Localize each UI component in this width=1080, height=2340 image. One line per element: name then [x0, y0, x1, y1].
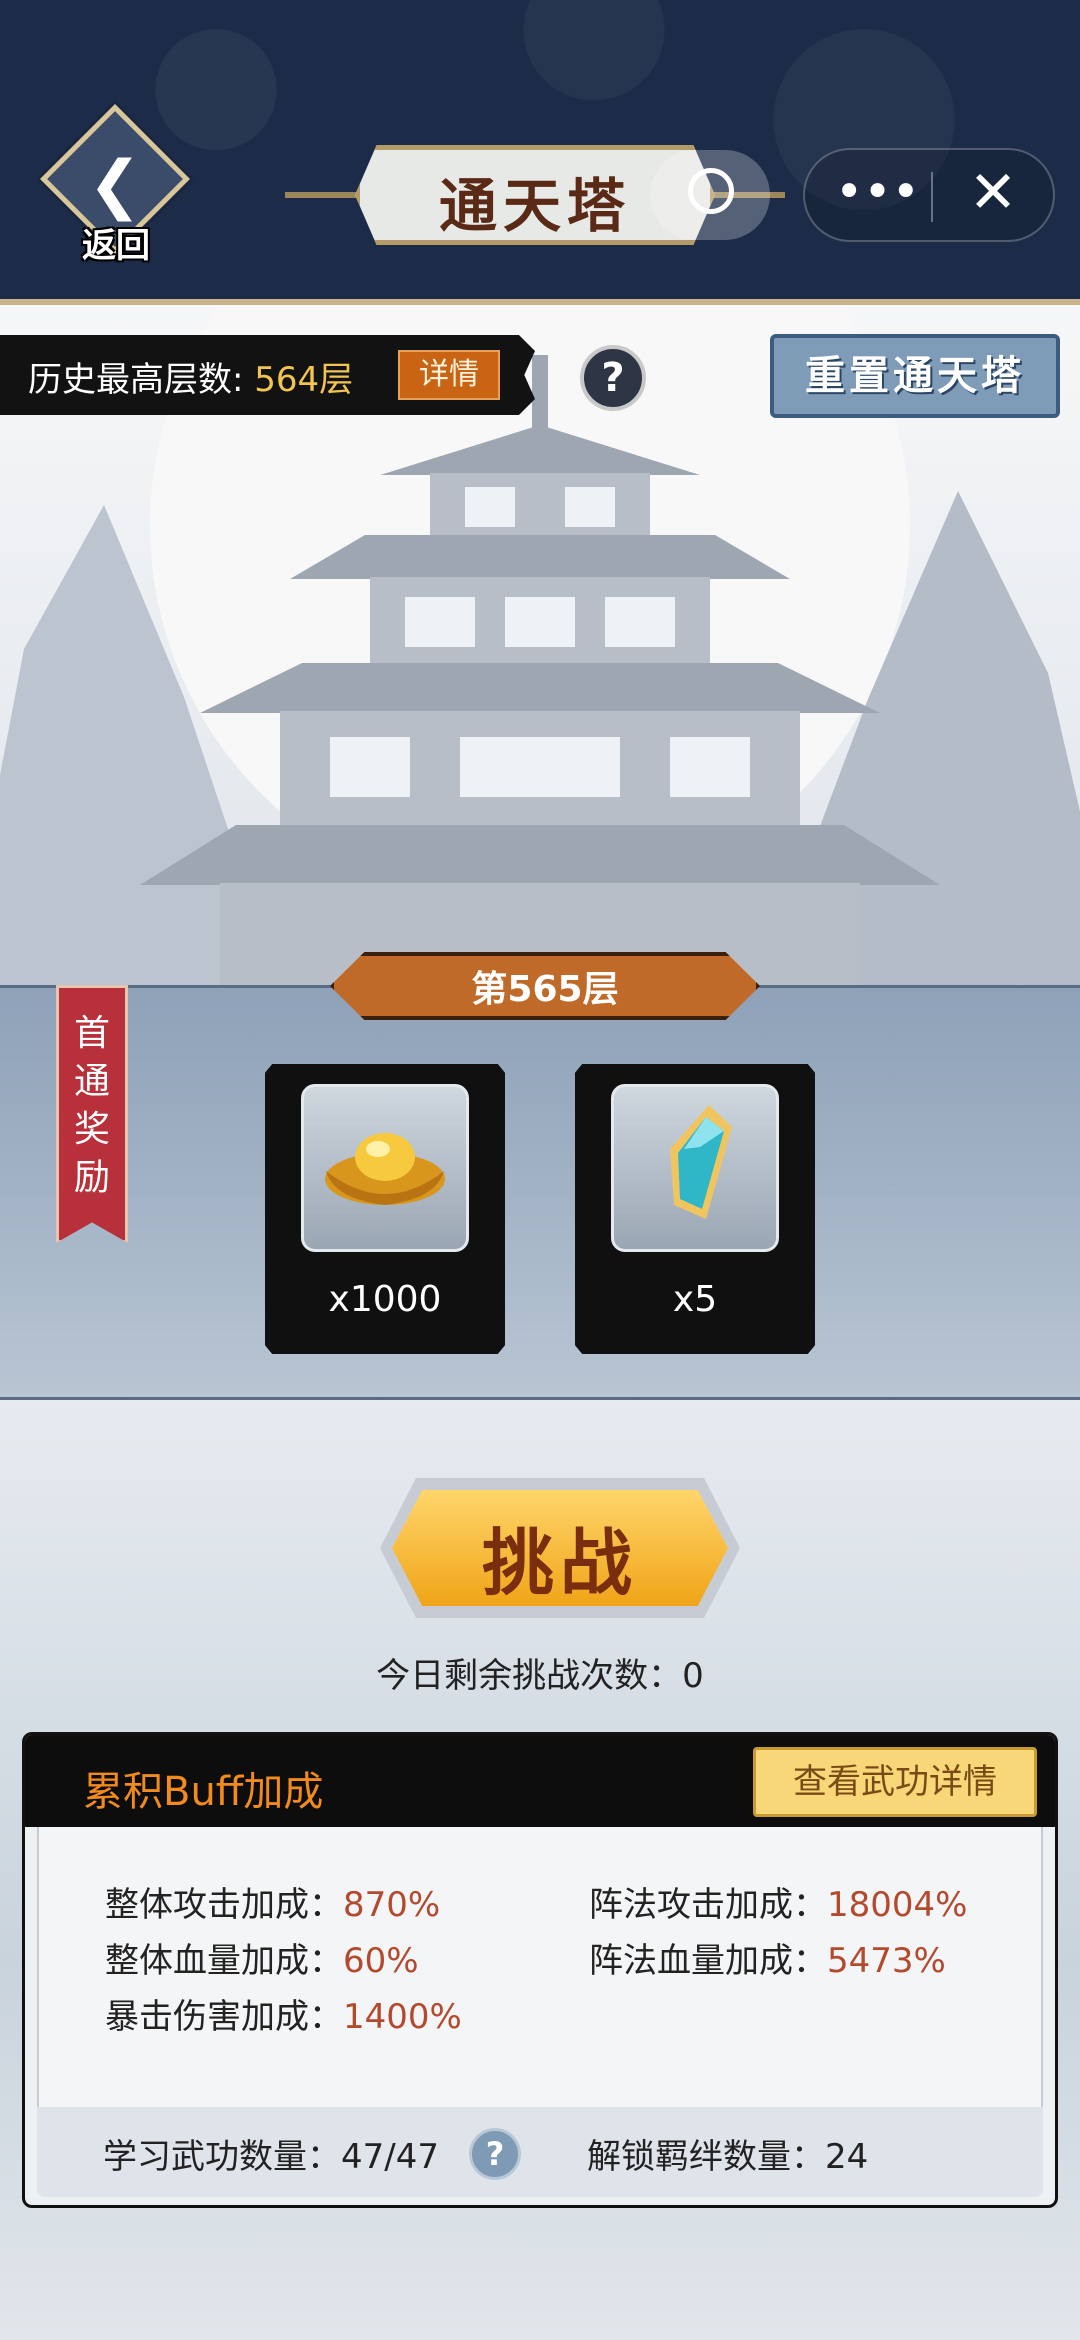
mini-program-capsule: ••• ✕: [803, 148, 1055, 242]
best-floor-label: 历史最高层数:: [28, 360, 244, 400]
unlocked-bonds-count: 解锁羁绊数量：24: [587, 2137, 869, 2177]
reward-card-gold[interactable]: x1000: [265, 1064, 505, 1354]
buff-row: 阵法攻击加成：18004%: [589, 1877, 967, 1926]
buff-row: 阵法血量加成：5473%: [589, 1933, 946, 1982]
pagoda-window: [605, 597, 675, 647]
pagoda-window: [465, 487, 515, 527]
pagoda-window: [505, 597, 575, 647]
buff-panel-header: 累积Buff加成 查看武功详情: [25, 1735, 1055, 1827]
pagoda-roof-top: [380, 425, 700, 475]
pagoda-tier-1: [430, 473, 650, 543]
pagoda-illustration: [140, 355, 940, 985]
buff-panel: 累积Buff加成 查看武功详情 整体攻击加成：870% 阵法攻击加成：18004…: [22, 1732, 1058, 2208]
buff-value: 18004%: [827, 1885, 968, 1925]
top-bar: ❮ 返回 通天塔 ••• ✕: [0, 0, 1080, 305]
buff-title: 累积Buff加成: [83, 1769, 324, 1815]
buff-value: 60%: [343, 1941, 419, 1981]
back-button[interactable]: ❮ 返回: [40, 104, 190, 268]
best-floor-text: 历史最高层数: 564层: [28, 352, 353, 401]
view-martial-details-button[interactable]: 查看武功详情: [753, 1747, 1037, 1817]
floor-label: 第565层: [471, 969, 619, 1010]
record-button[interactable]: [650, 150, 770, 240]
buff-label: 阵法攻击加成：: [589, 1885, 827, 1925]
help-icon[interactable]: ?: [580, 345, 646, 411]
pagoda-roof-3: [200, 663, 880, 713]
reward-quantity: x1000: [328, 1279, 442, 1320]
help-icon[interactable]: ?: [469, 2128, 521, 2180]
reward-quantity: x5: [672, 1279, 718, 1320]
reward-slot: [301, 1084, 469, 1252]
learned-martial-count: 学习武功数量：47/47: [103, 2137, 439, 2177]
reset-tower-button[interactable]: 重置通天塔: [770, 334, 1060, 418]
remaining-attempts: 今日剩余挑战次数：0: [376, 1656, 704, 1696]
ellipsis-icon[interactable]: •••: [835, 164, 920, 220]
record-icon: [688, 168, 734, 214]
buff-label: 整体攻击加成：: [105, 1885, 343, 1925]
buff-label: 阵法血量加成：: [589, 1941, 827, 1981]
pagoda-roof-2: [290, 535, 790, 579]
buff-value: 870%: [343, 1885, 441, 1925]
reward-slot: [611, 1084, 779, 1252]
best-floor-value: 564层: [254, 360, 354, 400]
close-icon[interactable]: ✕: [953, 158, 1033, 226]
back-arrow-icon: ❮: [88, 148, 142, 222]
buff-row: 暴击伤害加成：1400%: [105, 1989, 462, 2038]
pagoda-roof-4: [140, 825, 940, 885]
pagoda-window: [565, 487, 615, 527]
buff-value: 1400%: [343, 1997, 462, 2037]
first-clear-rewards-panel: [0, 985, 1080, 1400]
first-clear-ribbon-label: 首通奖励: [56, 1010, 128, 1202]
challenge-button[interactable]: 挑战: [380, 1478, 740, 1618]
gold-ingot-icon: [325, 1133, 445, 1205]
pagoda-window: [460, 737, 620, 797]
ribbon-text: 首通奖励: [74, 1013, 111, 1198]
buff-row: 整体血量加成：60%: [105, 1933, 419, 1982]
capsule-divider: [931, 172, 933, 222]
pagoda-window: [405, 597, 475, 647]
pagoda-window: [670, 737, 750, 797]
buff-value: 5473%: [827, 1941, 946, 1981]
back-label: 返回: [82, 226, 150, 266]
buff-row: 整体攻击加成：870%: [105, 1877, 440, 1926]
reward-card-crystal[interactable]: x5: [575, 1064, 815, 1354]
challenge-label: 挑战: [481, 1520, 638, 1605]
buff-label: 暴击伤害加成：: [105, 1997, 343, 2037]
detail-button[interactable]: 详情: [398, 350, 500, 400]
crystal-shard-icon: [670, 1105, 732, 1219]
pagoda-window: [330, 737, 410, 797]
buff-label: 整体血量加成：: [105, 1941, 343, 1981]
